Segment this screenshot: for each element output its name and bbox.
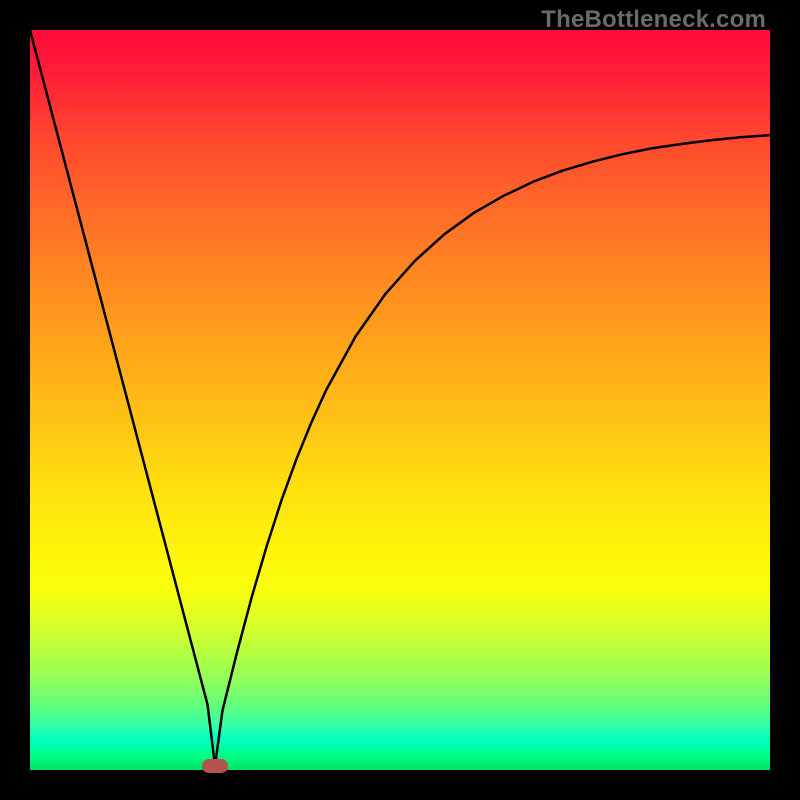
optimal-marker (202, 759, 228, 773)
chart-frame: TheBottleneck.com (0, 0, 800, 800)
curve-path (30, 30, 770, 766)
bottleneck-curve (30, 30, 770, 770)
watermark-text: TheBottleneck.com (541, 6, 766, 34)
plot-area (30, 30, 770, 770)
